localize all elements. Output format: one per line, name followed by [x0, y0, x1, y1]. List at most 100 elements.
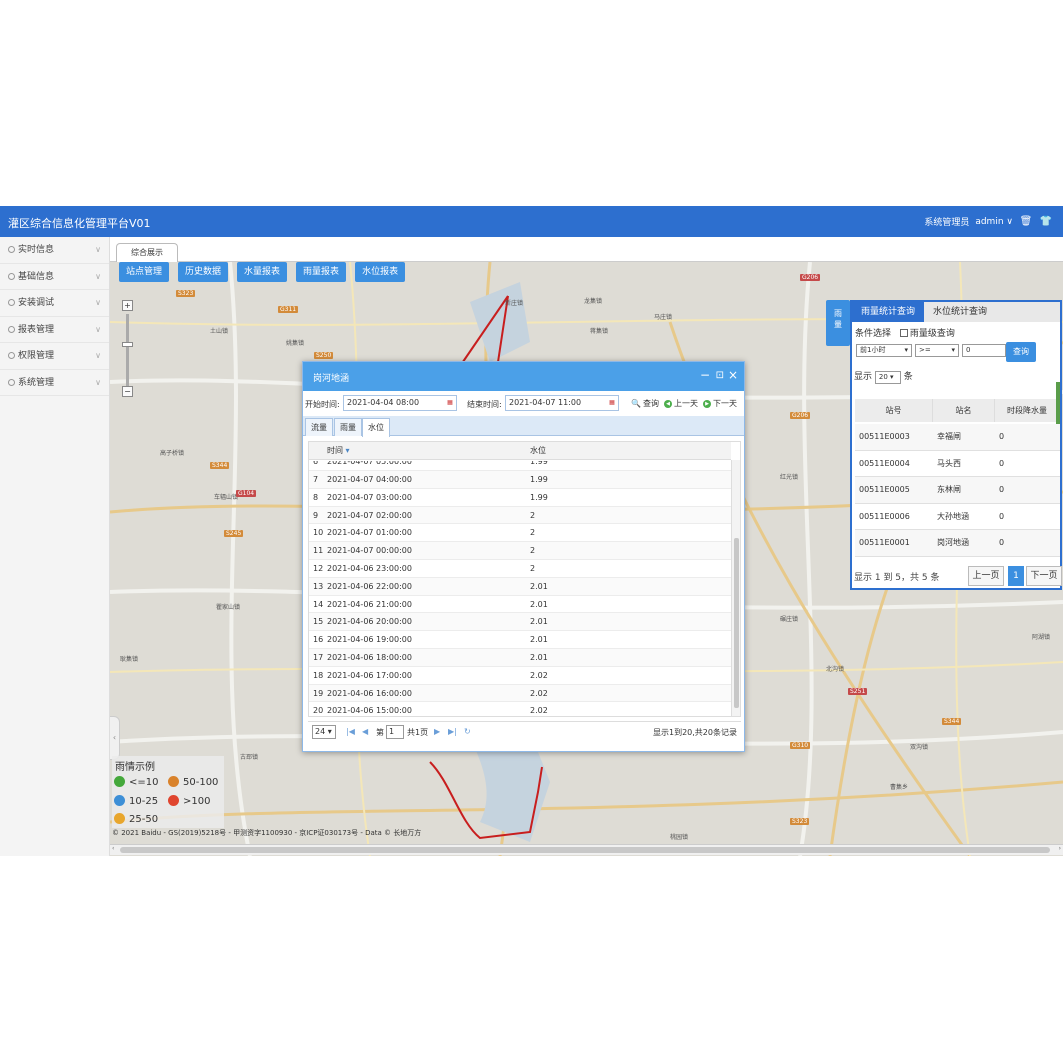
threshold-input[interactable]: 0	[962, 344, 1006, 357]
close-icon[interactable]: ×	[728, 368, 738, 382]
column-header-rain[interactable]: 时段降水量	[995, 399, 1060, 422]
refresh-icon[interactable]: ↻	[464, 727, 471, 736]
sidebar-item-realtime[interactable]: 实时信息 ∨	[0, 237, 109, 264]
dialog-titlebar[interactable]: 岗河地涵 − ⊡ ×	[303, 362, 744, 391]
scroll-left-icon[interactable]: ‹	[112, 845, 114, 852]
rain-panel-toggle[interactable]: 雨 量	[826, 300, 850, 346]
table-row[interactable]: 19 2021-04-06 16:00:00 2.02	[309, 684, 731, 703]
table-row[interactable]: 6 2021-04-07 05:00:00 1.99	[309, 461, 731, 471]
column-header-time[interactable]: 时间 ▾	[327, 442, 350, 460]
circle-icon	[114, 813, 125, 824]
tab-rain-stats[interactable]: 雨量统计查询	[852, 302, 925, 322]
shirt-icon[interactable]: 👕	[1039, 216, 1053, 227]
row-time: 2021-04-07 01:00:00	[327, 528, 412, 538]
table-row[interactable]: 20 2021-04-06 15:00:00 2.02	[309, 702, 731, 716]
table-row[interactable]: 17 2021-04-06 18:00:00 2.01	[309, 648, 731, 667]
scroll-thumb[interactable]	[120, 847, 1050, 853]
row-level: 2	[530, 510, 536, 520]
table-row[interactable]: 00511E0005 东林闸 0	[855, 477, 1060, 504]
map-label: 新庄镇	[505, 300, 524, 307]
next-page-button[interactable]: 下一页	[1026, 566, 1062, 586]
prev-page-button[interactable]: 上一页	[968, 566, 1004, 586]
horizontal-scrollbar[interactable]: ‹ ›	[110, 844, 1063, 855]
zoom-in-button[interactable]: +	[122, 300, 133, 311]
map-label: 蒋集镇	[590, 328, 609, 335]
grid-body: 6 2021-04-07 05:00:00 1.99 7 2021-04-07 04:0…	[309, 461, 731, 716]
pager-info: 显示1到20,共20条记录	[653, 728, 737, 737]
zoom-slider-handle[interactable]	[122, 342, 133, 347]
tab-water-level[interactable]: 水位	[362, 418, 390, 437]
sidebar-collapse-handle[interactable]: ‹	[110, 716, 120, 760]
start-time-input[interactable]: 2021-04-04 08:00 ▦	[343, 395, 457, 411]
table-row[interactable]: 9 2021-04-07 02:00:00 2	[309, 506, 731, 525]
query-button[interactable]: 查询	[1006, 342, 1036, 362]
row-level: 2.01	[530, 652, 548, 662]
table-row[interactable]: 15 2021-04-06 20:00:00 2.01	[309, 613, 731, 632]
next-page-icon[interactable]: ▶	[434, 727, 440, 736]
next-day-button[interactable]: ▶ 下一天	[703, 398, 737, 409]
operator-select[interactable]: >= ▾	[915, 344, 959, 357]
column-header-level[interactable]: 水位	[530, 442, 546, 460]
zoom-slider-track[interactable]	[126, 314, 129, 390]
gear-icon	[8, 246, 15, 253]
page-size-select[interactable]: 24 ▾	[312, 725, 336, 739]
tab-level-stats[interactable]: 水位统计查询	[924, 302, 996, 322]
history-data-button[interactable]: 历史数据	[178, 262, 229, 282]
sidebar-item-basic[interactable]: 基础信息 ∨	[0, 264, 109, 290]
last-page-icon[interactable]: ▶|	[448, 727, 457, 736]
page-1-button[interactable]: 1	[1008, 566, 1024, 586]
prev-page-icon[interactable]: ◀	[362, 727, 368, 736]
panel-scrollbar[interactable]	[1056, 382, 1060, 426]
page-size-select[interactable]: 20 ▾	[874, 371, 901, 384]
column-header-name[interactable]: 站名	[933, 399, 995, 422]
rain-level-checkbox[interactable]	[899, 329, 908, 337]
sidebar-item-permissions[interactable]: 权限管理 ∨	[0, 343, 109, 370]
sidebar-item-install[interactable]: 安装调试 ∨	[0, 290, 109, 317]
page-number-input[interactable]: 1	[386, 725, 404, 739]
table-row[interactable]: 16 2021-04-06 19:00:00 2.01	[309, 631, 731, 649]
water-volume-report-button[interactable]: 水量报表	[237, 262, 288, 282]
calendar-icon[interactable]: ▦	[445, 397, 455, 409]
user-area: 系统管理员 admin ∨ 🗑 👕	[924, 215, 1053, 228]
table-row[interactable]: 7 2021-04-07 04:00:00 1.99	[309, 471, 731, 489]
calendar-icon[interactable]: ▦	[607, 397, 617, 409]
tab-flow[interactable]: 流量	[305, 418, 333, 436]
table-row[interactable]: 14 2021-04-06 21:00:00 2.01	[309, 596, 731, 614]
period-select[interactable]: 前1小时 ▾	[856, 344, 912, 357]
column-header-id[interactable]: 站号	[855, 399, 933, 422]
scroll-right-icon[interactable]: ›	[1059, 845, 1061, 852]
grid-scrollbar[interactable]	[731, 460, 740, 716]
table-row[interactable]: 00511E0006 大孙地涵 0	[855, 504, 1060, 531]
row-time: 2021-04-06 20:00:00	[327, 617, 412, 627]
tab-overview[interactable]: 综合展示	[116, 243, 178, 262]
table-row[interactable]: 00511E0001 岗河地涵 0	[855, 530, 1060, 557]
prev-day-button[interactable]: ◀ 上一天	[664, 398, 698, 409]
search-button[interactable]: 🔍 查询	[631, 398, 659, 409]
water-level-report-button[interactable]: 水位报表	[355, 262, 406, 282]
row-level: 2.01	[530, 599, 548, 609]
rainfall-report-button[interactable]: 雨量报表	[296, 262, 347, 282]
first-page-icon[interactable]: |◀	[346, 727, 355, 736]
zoom-out-button[interactable]: −	[122, 386, 133, 397]
table-row[interactable]: 00511E0004 马头西 0	[855, 451, 1060, 478]
row-number: 9	[313, 510, 319, 520]
sidebar-item-reports[interactable]: 报表管理 ∨	[0, 317, 109, 343]
table-row[interactable]: 13 2021-04-06 22:00:00 2.01	[309, 577, 731, 596]
site-manage-button[interactable]: 站点管理	[119, 262, 170, 282]
table-row[interactable]: 11 2021-04-07 00:00:00 2	[309, 542, 731, 560]
trash-icon[interactable]: 🗑	[1019, 216, 1033, 227]
table-row[interactable]: 18 2021-04-06 17:00:00 2.02	[309, 667, 731, 685]
tab-rainfall[interactable]: 雨量	[334, 418, 362, 436]
end-time-input[interactable]: 2021-04-07 11:00 ▦	[505, 395, 619, 411]
maximize-icon[interactable]: ⊡	[716, 370, 724, 381]
table-row[interactable]: 12 2021-04-06 23:00:00 2	[309, 560, 731, 578]
table-row[interactable]: 8 2021-04-07 03:00:00 1.99	[309, 489, 731, 507]
minimize-icon[interactable]: −	[700, 368, 710, 382]
scroll-thumb[interactable]	[734, 538, 739, 708]
map-label: 高子桥镇	[160, 450, 185, 457]
sidebar-item-system[interactable]: 系统管理 ∨	[0, 370, 109, 396]
table-row[interactable]: 00511E0003 幸福闸 0	[855, 424, 1060, 451]
user-menu[interactable]: admin ∨	[975, 217, 1013, 227]
table-row[interactable]: 10 2021-04-07 01:00:00 2	[309, 524, 731, 543]
row-time: 2021-04-06 23:00:00	[327, 563, 412, 573]
